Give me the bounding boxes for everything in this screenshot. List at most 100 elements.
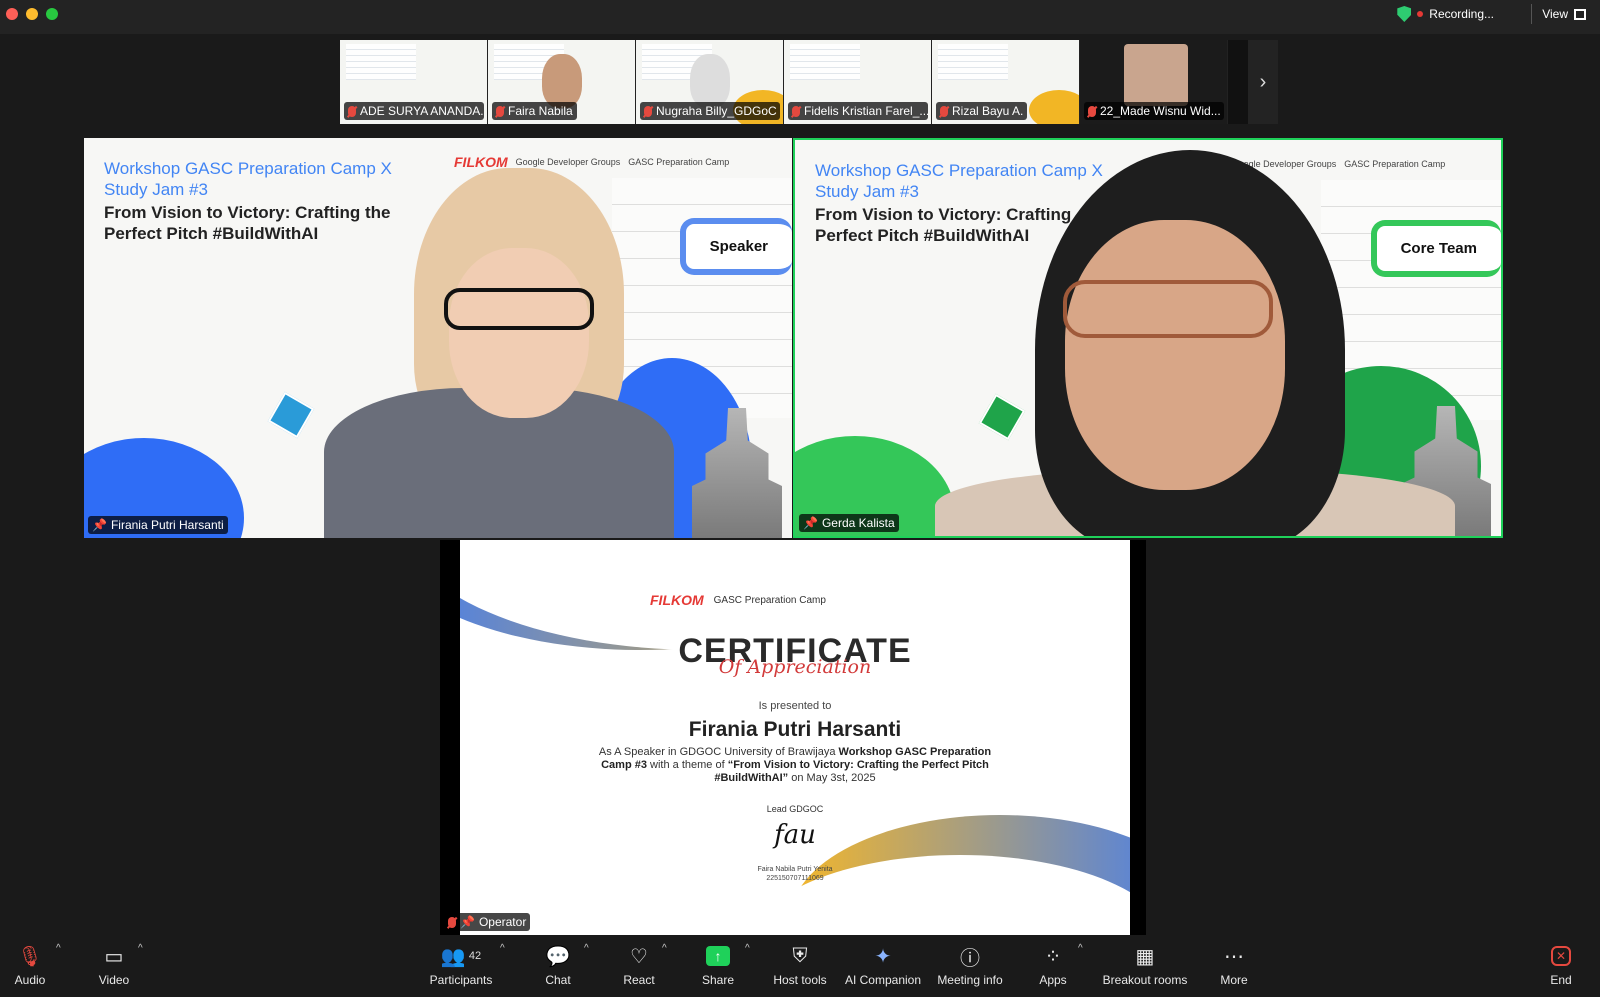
certificate-logos: FILKOM GASC Preparation Camp	[650, 592, 826, 608]
chat-options-chevron-icon[interactable]: ^	[584, 943, 589, 954]
certificate-body: As A Speaker in GDGOC University of Braw…	[598, 746, 992, 784]
participant-tile[interactable]: Faira Nabila	[488, 40, 636, 124]
view-button[interactable]: View	[1531, 4, 1586, 24]
slide-badge-icon	[978, 393, 1026, 441]
more-button[interactable]: ⋯ More	[1217, 937, 1251, 997]
pin-icon: 📌	[92, 518, 107, 532]
participant-tile[interactable]: Fidelis Kristian Farel_...	[784, 40, 932, 124]
meeting-info-button[interactable]: ⓘ Meeting info	[934, 937, 1006, 997]
close-window-button[interactable]	[6, 8, 18, 20]
share-button[interactable]: ↑ Share	[698, 937, 738, 997]
video-tile-active-speaker[interactable]: Workshop GASC Preparation Camp X Study J…	[793, 138, 1503, 538]
role-badge: Speaker	[679, 218, 792, 275]
camera-feed	[1124, 44, 1188, 106]
mic-muted-icon	[1088, 105, 1096, 117]
certificate-subtitle: Of Appreciation	[718, 656, 872, 678]
camera-icon: ▭	[104, 945, 124, 968]
signer-title: Lead GDGOC	[766, 804, 824, 814]
participant-video	[449, 248, 589, 418]
pin-icon: 📌	[460, 915, 475, 929]
participant-tile[interactable]: ADE SURYA ANANDA...	[340, 40, 488, 124]
title-bar: Recording... View	[0, 0, 1600, 34]
apps-icon: ⁘	[1044, 945, 1062, 968]
info-icon: ⓘ	[960, 947, 980, 970]
more-dots-icon: ⋯	[1224, 945, 1244, 968]
slide-thumbnail	[938, 44, 1008, 80]
participant-name: Nugraha Billy_GDGoC ...	[640, 102, 780, 120]
participant-video	[444, 288, 594, 330]
participant-name: Faira Nabila	[492, 102, 577, 120]
video-button[interactable]: ▭ Video	[94, 937, 134, 997]
shared-screen[interactable]: FILKOM GASC Preparation Camp CERTIFICATE…	[440, 540, 1146, 935]
signer-id: 225150707111069	[766, 875, 824, 882]
participant-name: 22_Made Wisnu Wid...	[1084, 102, 1224, 120]
slide-title: Workshop GASC Preparation Camp X Study J…	[104, 159, 392, 243]
avatar	[690, 54, 730, 108]
avatar	[542, 54, 582, 108]
participant-name: 📌 Gerda Kalista	[799, 514, 899, 532]
recipient-name: Firania Putri Harsanti	[688, 718, 902, 741]
participant-name: Rizal Bayu A.	[936, 102, 1028, 120]
chat-button[interactable]: 💬 Chat	[540, 937, 576, 997]
breakout-rooms-button[interactable]: ▦ Breakout rooms	[1102, 937, 1188, 997]
mic-muted-icon: 🎙	[17, 945, 43, 968]
gallery-strip: ADE SURYA ANANDA... Faira Nabila Nugraha…	[340, 40, 1278, 124]
pin-icon: 📌	[803, 516, 818, 530]
participants-icon: 👥 42	[440, 945, 482, 968]
slide-thumbnail	[790, 44, 860, 80]
mic-muted-icon	[644, 105, 652, 117]
participant-video	[1065, 220, 1285, 490]
share-options-chevron-icon[interactable]: ^	[745, 943, 750, 954]
next-page-chevron-icon[interactable]: ›	[1248, 40, 1278, 124]
mic-muted-icon	[940, 105, 948, 117]
meeting-toolbar: 🎙 Audio ^ ▭ Video ^ 👥 42 Participants ^ 💬…	[0, 937, 1600, 997]
share-screen-icon: ↑	[706, 941, 730, 971]
slide-logos: FILKOM Google Developer Groups GASC Prep…	[454, 154, 730, 170]
end-button[interactable]: ✕ End	[1544, 937, 1578, 997]
video-tile-speaker[interactable]: Workshop GASC Preparation Camp X Study J…	[84, 138, 792, 538]
react-button[interactable]: ♡ React	[619, 937, 659, 997]
mic-muted-icon	[448, 916, 456, 928]
chat-icon: 💬	[545, 945, 571, 968]
audio-button[interactable]: 🎙 Audio	[10, 937, 50, 997]
signer-name: Faira Nabila Putri Yenita	[757, 866, 833, 873]
participant-tile[interactable]: 22_Made Wisnu Wid...	[1080, 40, 1228, 124]
breakout-grid-icon: ▦	[1135, 945, 1155, 968]
slide-badge-icon	[267, 391, 315, 439]
slide-thumbnail	[346, 44, 416, 80]
role-badge: Core Team	[1370, 220, 1501, 277]
react-options-chevron-icon[interactable]: ^	[662, 943, 667, 954]
encryption-shield-icon	[1397, 6, 1412, 22]
grid-view-icon	[1574, 8, 1586, 20]
participant-tile[interactable]: Rizal Bayu A.	[932, 40, 1080, 124]
shield-icon: ⛨	[792, 944, 808, 967]
participants-button[interactable]: 👥 42 Participants	[426, 937, 496, 997]
participant-name: ADE SURYA ANANDA...	[344, 102, 484, 120]
recording-dot-icon	[1417, 11, 1424, 17]
participant-name: 📌 Firania Putri Harsanti	[88, 516, 228, 534]
apps-button[interactable]: ⁘ Apps	[1036, 937, 1070, 997]
zoom-window-button[interactable]	[46, 8, 58, 20]
mic-muted-icon	[792, 105, 800, 117]
ai-companion-button[interactable]: ✦ AI Companion	[844, 937, 922, 997]
video-options-chevron-icon[interactable]: ^	[138, 943, 143, 954]
participant-tile[interactable]: Nugraha Billy_GDGoC ...	[636, 40, 784, 124]
sparkle-icon: ✦	[874, 945, 892, 968]
presenter-name: 📌 Operator	[444, 913, 531, 931]
mic-muted-icon	[496, 105, 504, 117]
apps-options-chevron-icon[interactable]: ^	[1078, 943, 1083, 954]
signature: fau	[774, 820, 816, 850]
audio-options-chevron-icon[interactable]: ^	[56, 943, 61, 954]
mic-muted-icon	[348, 105, 356, 117]
presented-to-label: Is presented to	[758, 700, 832, 712]
minimize-window-button[interactable]	[26, 8, 38, 20]
host-tools-button[interactable]: ⛨ Host tools	[770, 937, 830, 997]
heart-icon: ♡	[630, 945, 648, 968]
recording-indicator[interactable]: Recording...	[1397, 4, 1494, 24]
end-close-icon: ✕	[1551, 941, 1571, 971]
certificate: FILKOM GASC Preparation Camp CERTIFICATE…	[460, 540, 1130, 935]
participant-name: Fidelis Kristian Farel_...	[788, 102, 928, 120]
participants-options-chevron-icon[interactable]: ^	[500, 943, 505, 954]
participant-video	[1063, 280, 1273, 338]
recording-label: Recording...	[1429, 7, 1494, 21]
